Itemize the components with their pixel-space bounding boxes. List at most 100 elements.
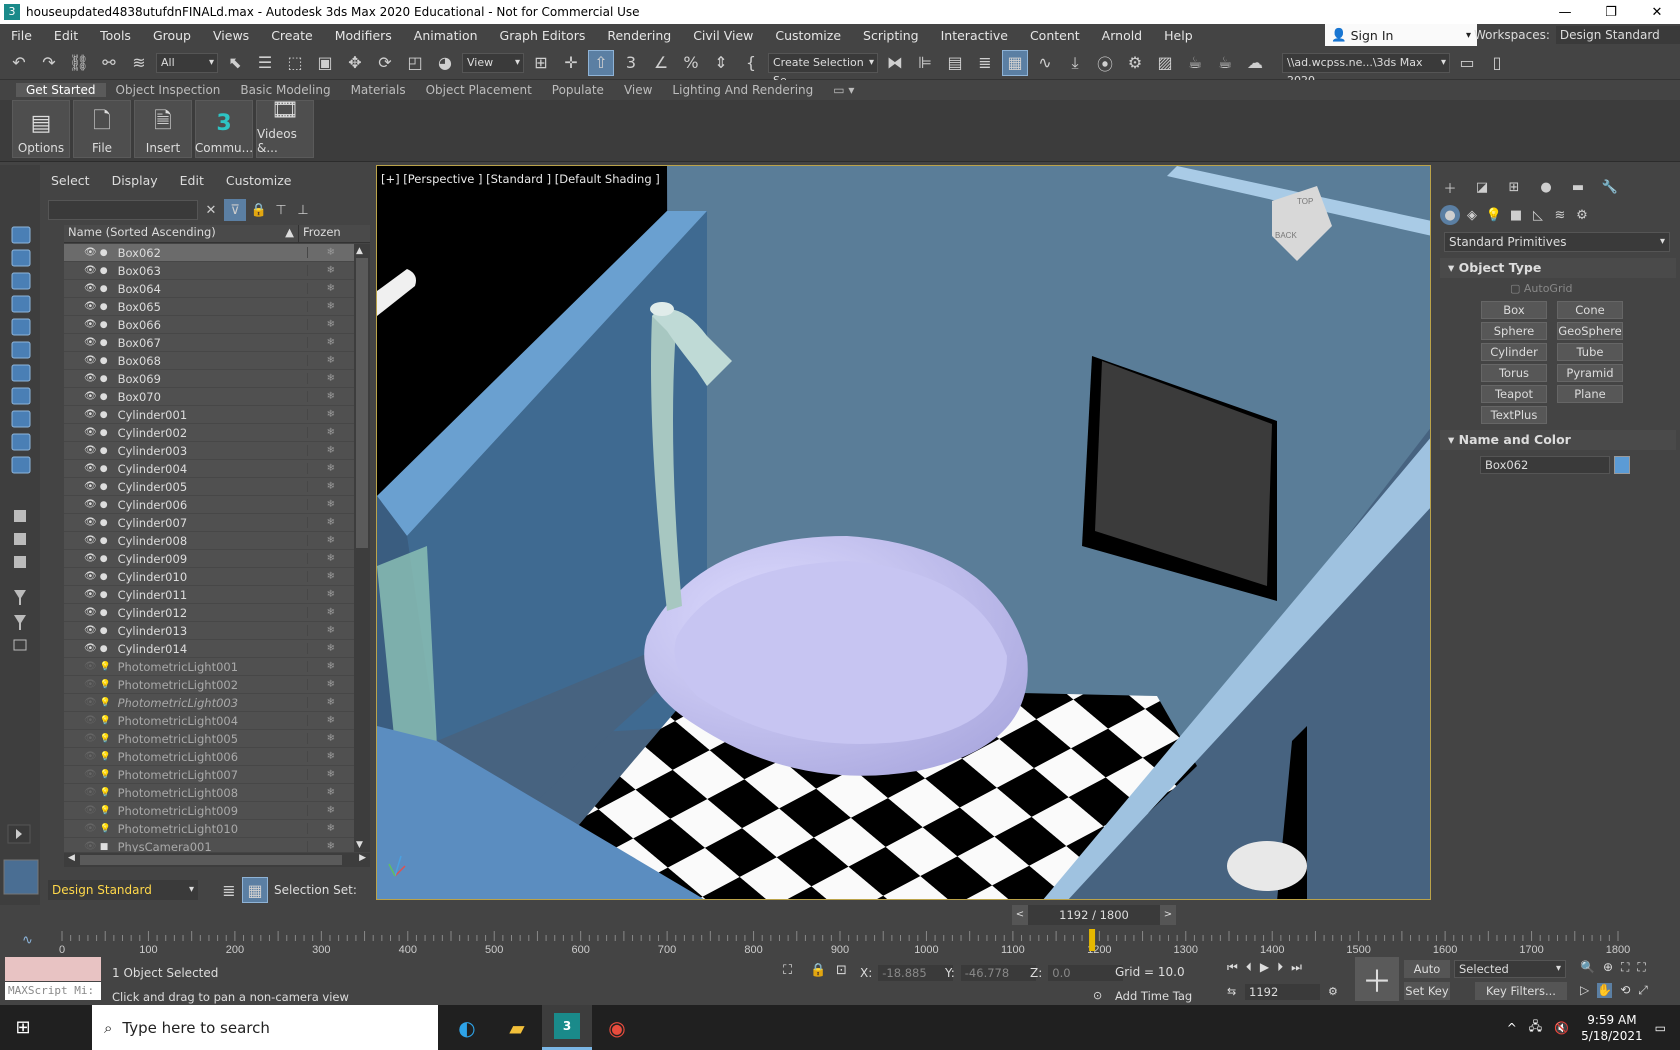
place-icon[interactable]: ◕ [432, 50, 458, 76]
visibility-eye-icon[interactable]: 👁 [84, 787, 100, 798]
table-row[interactable]: 👁 ● Cylinder008 ❄ [64, 532, 354, 550]
workspaces-dropdown[interactable]: Design Standard [1555, 26, 1680, 44]
rect-selection-icon[interactable]: ⬚ [282, 50, 308, 76]
curve-editor-icon[interactable]: ∿ [1032, 50, 1058, 76]
scroll-down-icon[interactable]: ▼ [356, 840, 363, 850]
align-icon[interactable]: ⊫ [912, 50, 938, 76]
freeze-icon[interactable]: ❄ [306, 391, 354, 402]
object-type-rollout[interactable]: ▾ Object Type [1440, 258, 1676, 278]
maximize-button[interactable]: ❐ [1588, 5, 1634, 20]
curve-editor-mini-icon[interactable]: ∿ [22, 933, 33, 948]
freeze-icon[interactable]: ❄ [306, 589, 354, 600]
ribbon-tab-object-inspection[interactable]: Object Inspection [106, 83, 231, 97]
visibility-eye-icon[interactable]: 👁 [84, 661, 100, 672]
table-row[interactable]: 👁 ● Cylinder009 ❄ [64, 550, 354, 568]
visibility-eye-icon[interactable]: 👁 [84, 769, 100, 780]
freeze-icon[interactable]: ❄ [306, 625, 354, 636]
primitive-sphere-button[interactable]: Sphere [1481, 322, 1547, 340]
name-and-color-rollout[interactable]: ▾ Name and Color [1440, 430, 1676, 450]
visibility-eye-icon[interactable]: 👁 [84, 391, 100, 402]
isolate-selection-icon[interactable]: ⛶ [783, 963, 792, 978]
object-color-swatch[interactable] [1614, 456, 1630, 474]
primitive-tube-button[interactable]: Tube [1557, 343, 1623, 361]
next-frame-icon[interactable]: > [1160, 905, 1176, 925]
toolbar-options-icon[interactable]: ▯ [1484, 50, 1510, 76]
x-coordinate-input[interactable]: -18.885 [878, 965, 954, 981]
link-icon[interactable]: ⛓ [66, 50, 92, 76]
freeze-icon[interactable]: ❄ [306, 517, 354, 528]
freeze-icon[interactable]: ❄ [306, 553, 354, 564]
ribbon-community-button[interactable]: 3 Commu... [195, 100, 253, 158]
primitive-cone-button[interactable]: Cone [1557, 301, 1623, 319]
freeze-icon[interactable]: ❄ [306, 823, 354, 834]
visibility-eye-icon[interactable]: 👁 [84, 337, 100, 348]
table-row[interactable]: 👁 ● Box068 ❄ [64, 352, 354, 370]
current-frame-input[interactable]: 1192 [1245, 984, 1320, 1000]
scroll-left-icon[interactable]: ◀ [68, 853, 75, 863]
select-object-icon[interactable]: ⬉ [222, 50, 248, 76]
menu-views[interactable]: Views [202, 28, 260, 43]
mirror-icon[interactable]: ⧓ [882, 50, 908, 76]
go-to-start-icon[interactable]: ⏮ [1227, 960, 1238, 975]
visibility-eye-icon[interactable]: 👁 [84, 643, 100, 654]
visibility-eye-icon[interactable]: 👁 [84, 319, 100, 330]
material-editor-icon[interactable]: ⦿ [1092, 50, 1118, 76]
spacewarps-icon[interactable]: ≋ [1550, 205, 1570, 225]
table-row[interactable]: 👁 ● Cylinder012 ❄ [64, 604, 354, 622]
freeze-icon[interactable]: ❄ [306, 697, 354, 708]
project-path-dropdown[interactable]: \\ad.wcpss.ne...\3ds Max 2020 [1282, 52, 1450, 87]
visibility-eye-icon[interactable]: 👁 [84, 517, 100, 528]
add-time-tag[interactable]: Add Time Tag [1115, 989, 1192, 1003]
table-row[interactable]: 👁 💡 PhotometricLight002 ❄ [64, 676, 354, 694]
perspective-viewport[interactable]: TOP BACK [+] [Perspective ] [Standard ] … [376, 165, 1431, 900]
rotate-icon[interactable]: ⟳ [372, 50, 398, 76]
freeze-icon[interactable]: ❄ [306, 769, 354, 780]
windows-start-icon[interactable]: ⊞ [0, 1017, 46, 1038]
minimize-button[interactable]: — [1542, 5, 1588, 20]
bind-spacewarp-icon[interactable]: ≋ [126, 50, 152, 76]
visibility-eye-icon[interactable]: 👁 [84, 733, 100, 744]
visibility-eye-icon[interactable]: 👁 [84, 751, 100, 762]
selection-filter-dropdown[interactable]: All [156, 52, 218, 73]
autogrid-checkbox[interactable]: ▢ AutoGrid [1510, 282, 1573, 295]
visibility-eye-icon[interactable]: 👁 [84, 571, 100, 582]
maximize-viewport-icon[interactable]: ⤢ [1638, 983, 1648, 998]
table-row[interactable]: 👁 ● Cylinder004 ❄ [64, 460, 354, 478]
freeze-icon[interactable]: ❄ [306, 805, 354, 816]
visibility-eye-icon[interactable]: 👁 [84, 715, 100, 726]
menu-modifiers[interactable]: Modifiers [324, 28, 403, 43]
name-column-header[interactable]: Name (Sorted Ascending) ▲ [64, 225, 298, 242]
freeze-icon[interactable]: ❄ [306, 301, 354, 312]
freeze-icon[interactable]: ❄ [306, 571, 354, 582]
layer-explorer-icon[interactable]: ≣ [216, 877, 242, 903]
close-button[interactable]: ✕ [1634, 5, 1680, 20]
freeze-icon[interactable]: ❄ [306, 535, 354, 546]
visibility-eye-icon[interactable]: 👁 [84, 283, 100, 294]
system-tray-chevron-icon[interactable]: ^ [1507, 1021, 1517, 1035]
redo-icon[interactable]: ↷ [36, 50, 62, 76]
clear-search-icon[interactable]: ✕ [200, 199, 222, 221]
render-iterative-icon[interactable]: ☕ [1212, 50, 1238, 76]
table-row[interactable]: 👁 💡 PhotometricLight007 ❄ [64, 766, 354, 784]
3dsmax-taskbar-icon[interactable]: 3 [542, 1005, 592, 1050]
display-tab-icon[interactable]: ▬ [1568, 177, 1588, 197]
freeze-icon[interactable]: ❄ [306, 679, 354, 690]
primitive-category-dropdown[interactable]: Standard Primitives ▾ [1444, 232, 1670, 252]
table-row[interactable]: 👁 ● Box064 ❄ [64, 280, 354, 298]
visibility-eye-icon[interactable]: 👁 [84, 427, 100, 438]
menu-animation[interactable]: Animation [403, 28, 489, 43]
notifications-icon[interactable]: ▭ [1655, 1021, 1666, 1035]
motion-tab-icon[interactable]: ● [1536, 177, 1556, 197]
time-tag-icon[interactable]: ⊙ [1093, 989, 1102, 1002]
primitive-cylinder-button[interactable]: Cylinder [1481, 343, 1547, 361]
scale-icon[interactable]: ◰ [402, 50, 428, 76]
sign-in-button[interactable]: 👤 Sign In ▾ [1325, 24, 1477, 46]
filter-icon[interactable]: ⊽ [224, 199, 246, 221]
primitive-textplus-button[interactable]: TextPlus [1481, 406, 1547, 424]
primitive-plane-button[interactable]: Plane [1557, 385, 1623, 403]
primitive-box-button[interactable]: Box [1481, 301, 1547, 319]
zoom-icon[interactable]: 🔍 [1580, 960, 1595, 975]
zoom-all-icon[interactable]: ⊕ [1603, 960, 1613, 975]
hierarchy-tab-icon[interactable]: ⊞ [1504, 177, 1524, 197]
ribbon-options-button[interactable]: ▤ Options [12, 100, 70, 158]
